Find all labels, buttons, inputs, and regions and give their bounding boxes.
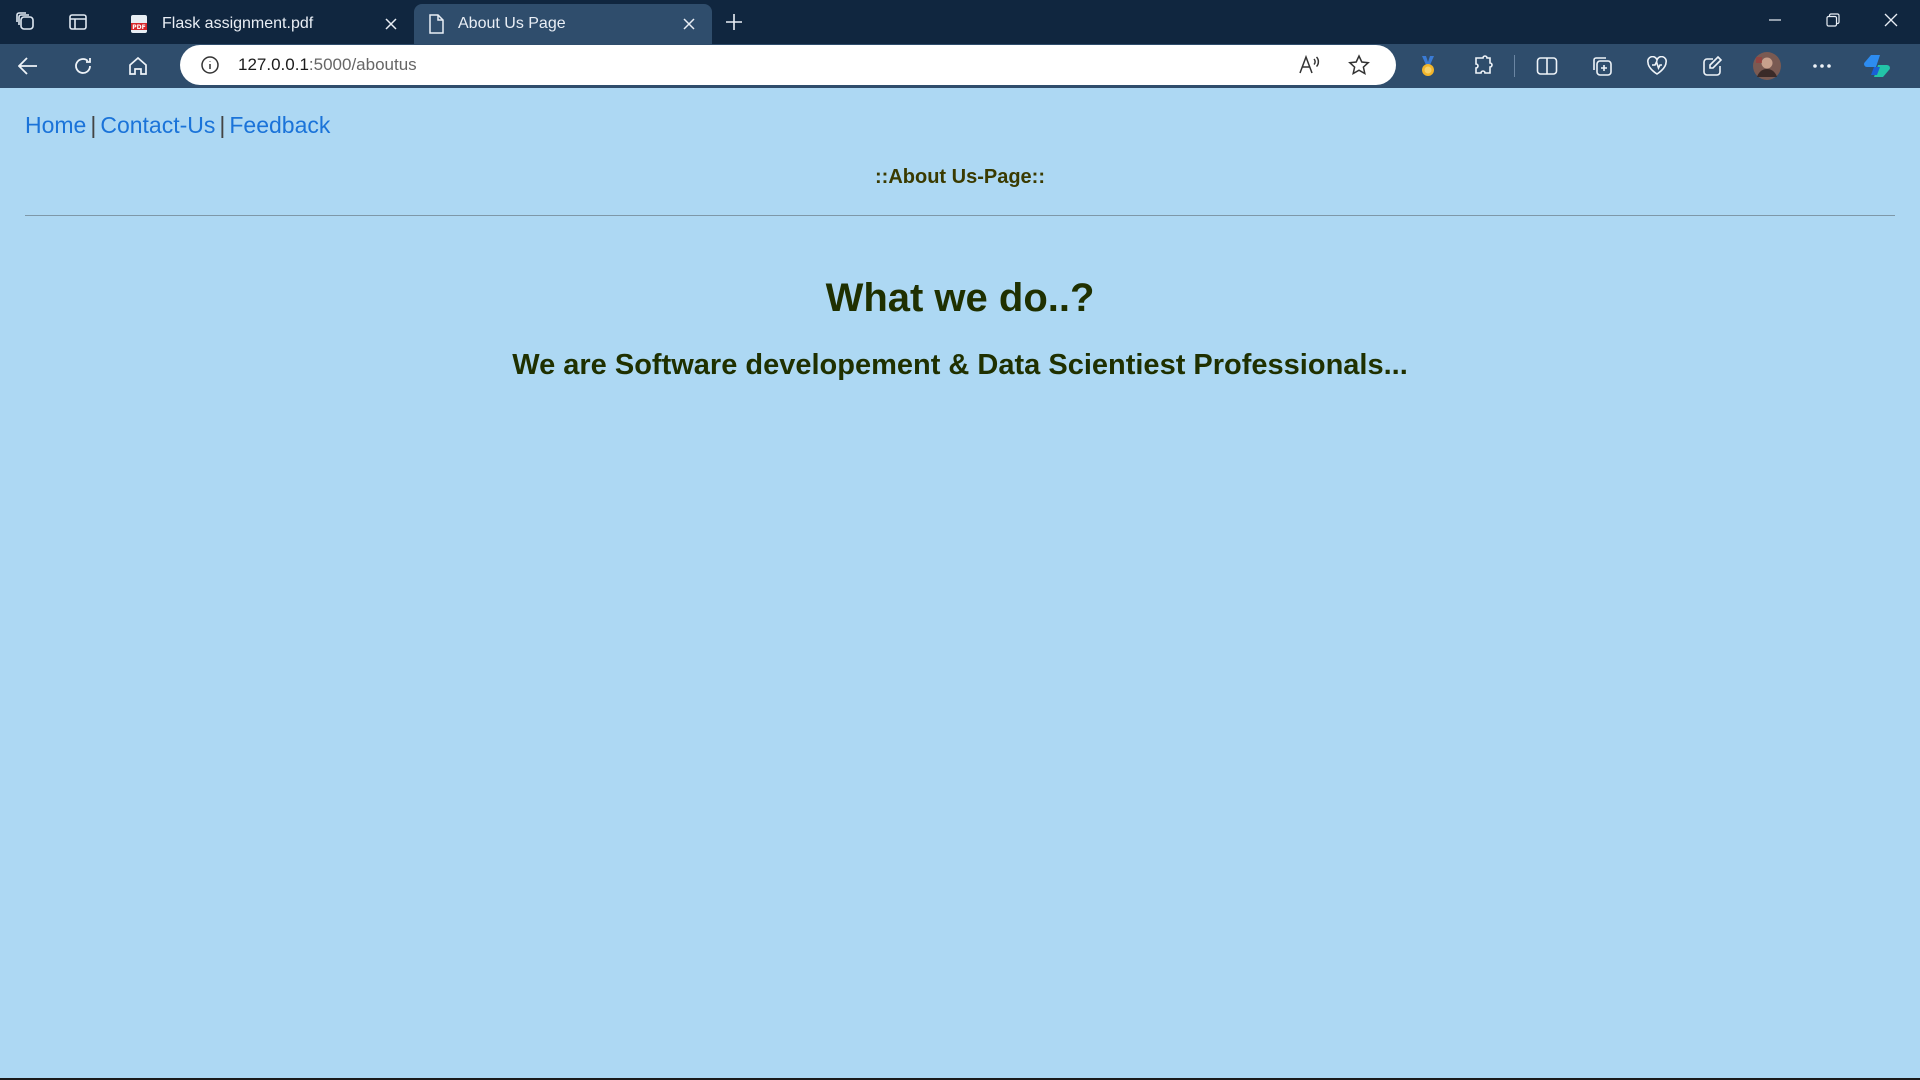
more-options-icon[interactable] <box>1794 44 1849 88</box>
minimize-icon[interactable] <box>1746 0 1804 40</box>
home-icon[interactable] <box>110 44 165 88</box>
address-bar[interactable]: 127.0.0.1:5000/aboutus <box>180 45 1396 85</box>
browser-essentials-icon[interactable] <box>1629 44 1684 88</box>
window-controls <box>1746 0 1920 44</box>
copilot-compose-icon[interactable] <box>1684 44 1739 88</box>
tab-strip: PDF Flask assignment.pdf About Us Page <box>0 0 1920 44</box>
new-tab-icon[interactable] <box>714 0 754 44</box>
url-text[interactable]: 127.0.0.1:5000/aboutus <box>238 55 1284 75</box>
page-heading: What we do..? <box>825 276 1095 320</box>
nav-separator: | <box>90 112 97 138</box>
favorite-star-icon[interactable] <box>1334 45 1384 85</box>
toolbar-extensions <box>1400 44 1904 88</box>
nav-link-feedback[interactable]: Feedback <box>229 112 330 138</box>
nav-link-contact-us[interactable]: Contact-Us <box>100 112 215 138</box>
tab-about-us[interactable]: About Us Page <box>414 4 712 44</box>
horizontal-rule <box>25 215 1895 216</box>
refresh-icon[interactable] <box>55 44 110 88</box>
toolbar-divider <box>1514 55 1515 77</box>
page-subheading: We are Software developement & Data Scie… <box>512 349 1408 381</box>
copilot-icon[interactable] <box>1849 44 1904 88</box>
read-aloud-icon[interactable] <box>1284 45 1334 85</box>
browser-toolbar: 127.0.0.1:5000/aboutus <box>0 44 1920 88</box>
tab-flask-assignment[interactable]: PDF Flask assignment.pdf <box>116 4 414 44</box>
split-screen-icon[interactable] <box>1519 44 1574 88</box>
page-tag: ::About Us-Page:: <box>875 166 1045 188</box>
extensions-icon[interactable] <box>1455 44 1510 88</box>
site-nav: Home | Contact-Us | Feedback <box>25 112 330 139</box>
nav-separator: | <box>219 112 226 138</box>
close-window-icon[interactable] <box>1862 0 1920 40</box>
pdf-file-icon: PDF <box>130 14 148 34</box>
collections-icon[interactable] <box>1574 44 1629 88</box>
close-tab-icon[interactable] <box>676 11 702 37</box>
workspaces-icon[interactable] <box>0 0 52 44</box>
nav-link-home[interactable]: Home <box>25 112 86 138</box>
page-icon <box>428 14 444 34</box>
url-host: 127.0.0.1 <box>238 55 309 74</box>
url-path: :5000/aboutus <box>308 55 417 74</box>
tab-label: About Us Page <box>458 15 566 32</box>
svg-text:PDF: PDF <box>132 24 145 31</box>
back-arrow-icon[interactable] <box>0 44 55 88</box>
tab-actions-icon[interactable] <box>52 0 104 44</box>
rewards-medal-icon[interactable] <box>1400 44 1455 88</box>
site-info-icon[interactable] <box>200 55 220 75</box>
profile-avatar[interactable] <box>1739 44 1794 88</box>
page-content: Home | Contact-Us | Feedback ::About Us-Page… <box>0 88 1920 1078</box>
restore-icon[interactable] <box>1804 0 1862 40</box>
close-tab-icon[interactable] <box>378 11 404 37</box>
tab-label: Flask assignment.pdf <box>162 15 314 32</box>
